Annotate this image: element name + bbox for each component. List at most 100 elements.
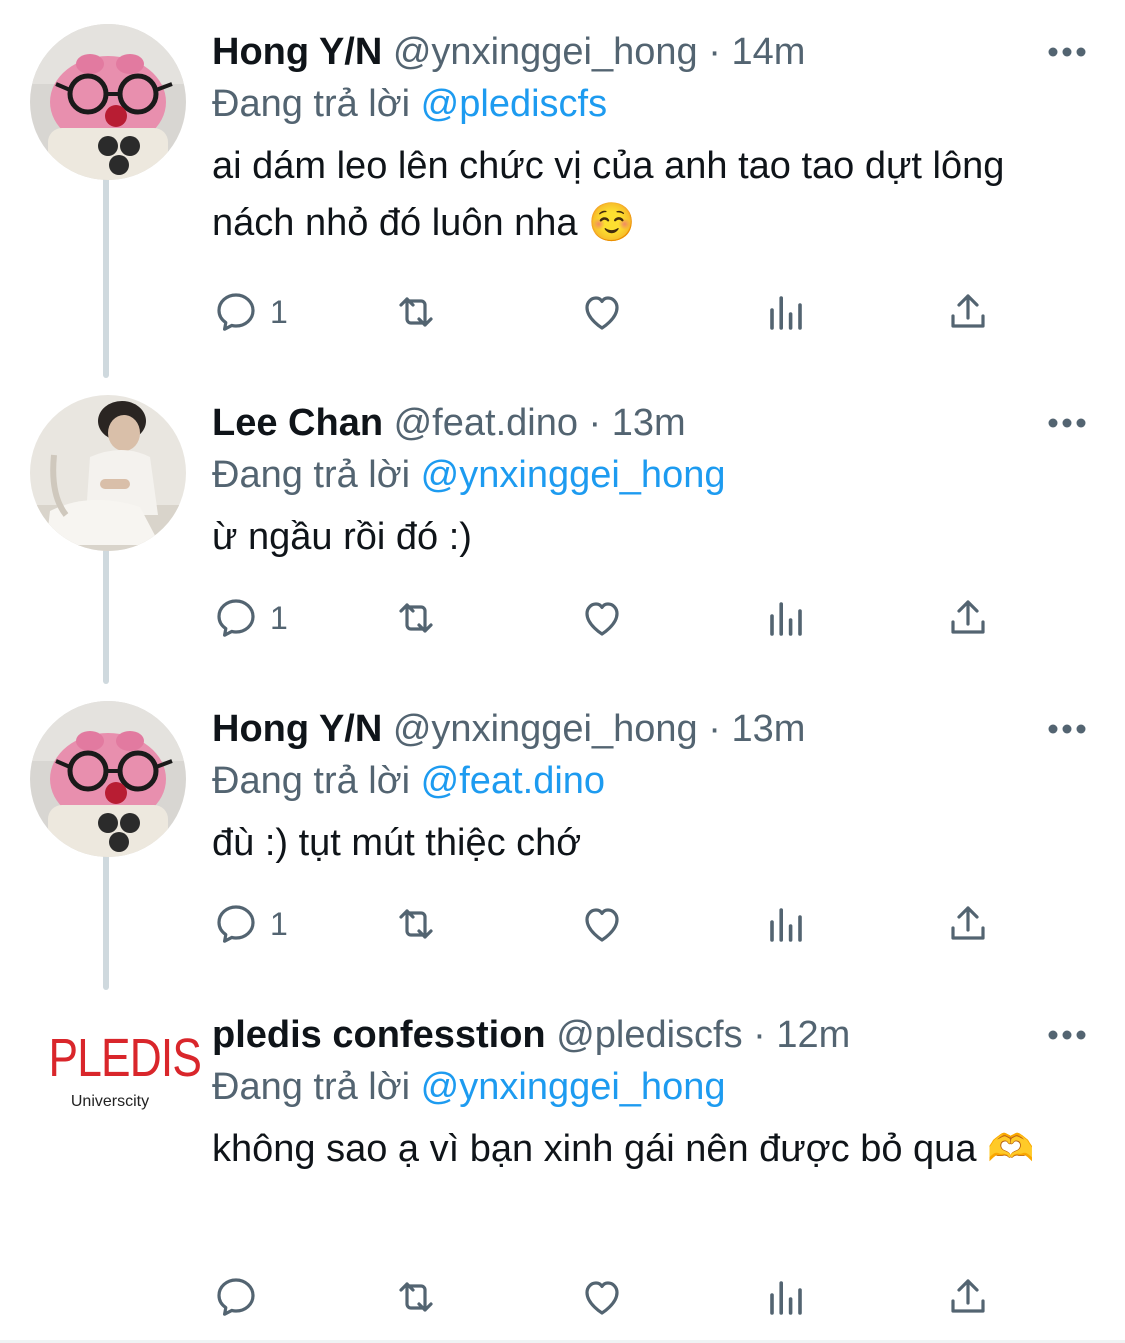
user-handle[interactable]: @ynxinggei_hong xyxy=(393,31,698,73)
retweet-button[interactable] xyxy=(392,898,440,950)
views-button[interactable] xyxy=(762,1271,810,1323)
action-bar: 1 xyxy=(212,898,1002,950)
more-button[interactable] xyxy=(1047,403,1087,443)
reply-thread: Hong Y/N @ynxinggei_hong · 14m Đang trả … xyxy=(0,0,1125,1343)
timestamp[interactable]: 13m xyxy=(731,708,805,750)
like-button[interactable] xyxy=(578,286,626,338)
like-button[interactable] xyxy=(578,1271,626,1323)
separator-dot: · xyxy=(753,1014,766,1056)
retweet-icon xyxy=(399,1282,433,1312)
tweet-header: Lee Chan @feat.dino · 13m xyxy=(212,400,686,446)
avatar[interactable] xyxy=(30,701,186,857)
share-button[interactable] xyxy=(944,592,992,644)
user-handle[interactable]: @ynxinggei_hong xyxy=(393,708,698,750)
reply-button[interactable] xyxy=(212,1271,270,1323)
tweet-text: ừ ngầu rồi đó :) xyxy=(212,516,472,558)
tweet[interactable]: Lee Chan @feat.dino · 13m Đang trả lời @… xyxy=(0,381,1125,681)
display-name[interactable]: Hong Y/N xyxy=(212,708,382,750)
reply-icon xyxy=(217,905,255,943)
more-button[interactable] xyxy=(1047,32,1087,72)
action-bar: 1 xyxy=(212,286,1002,338)
action-bar xyxy=(212,1271,1002,1323)
share-button[interactable] xyxy=(944,1271,992,1323)
display-name[interactable]: Hong Y/N xyxy=(212,31,382,73)
share-icon xyxy=(951,1279,985,1313)
avatar[interactable] xyxy=(30,24,186,180)
reply-icon xyxy=(217,599,255,637)
avatar[interactable] xyxy=(30,395,186,551)
like-button[interactable] xyxy=(578,592,626,644)
mention-link[interactable]: @ynxinggei_hong xyxy=(421,1066,726,1108)
timestamp[interactable]: 13m xyxy=(612,402,686,444)
retweet-icon xyxy=(399,909,433,939)
tweet-text: không sao ạ vì bạn xinh gái nên được bỏ … xyxy=(212,1128,1035,1170)
mention-link[interactable]: @ynxinggei_hong xyxy=(421,454,726,496)
retweet-button[interactable] xyxy=(392,1271,440,1323)
share-button[interactable] xyxy=(944,286,992,338)
replying-to-label: Đang trả lời xyxy=(212,83,421,125)
user-handle[interactable]: @feat.dino xyxy=(394,402,578,444)
reply-icon xyxy=(217,293,255,331)
reply-count: 1 xyxy=(270,599,288,636)
share-button[interactable] xyxy=(944,898,992,950)
views-button[interactable] xyxy=(762,898,810,950)
more-icon xyxy=(1048,418,1086,428)
user-handle[interactable]: @plediscfs xyxy=(556,1014,742,1056)
tweet[interactable]: Hong Y/N @ynxinggei_hong · 14m Đang trả … xyxy=(0,10,1125,370)
more-button[interactable] xyxy=(1047,1015,1087,1055)
like-icon xyxy=(585,908,619,942)
like-button[interactable] xyxy=(578,898,626,950)
reply-count: 1 xyxy=(270,293,288,330)
views-icon xyxy=(770,296,802,330)
like-icon xyxy=(585,1281,619,1315)
display-name[interactable]: Lee Chan xyxy=(212,402,383,444)
separator-dot: · xyxy=(588,402,602,444)
like-icon xyxy=(585,296,619,330)
tweet-text: đù :) tụt mút thiệc chớ xyxy=(212,822,582,864)
replying-to-label: Đang trả lời xyxy=(212,454,421,496)
share-icon xyxy=(951,906,985,940)
more-button[interactable] xyxy=(1047,709,1087,749)
reply-button[interactable]: 1 xyxy=(212,286,288,338)
pledis-logo-subtext: Universcity xyxy=(70,1093,150,1110)
pledis-logo-text: PLEDIS xyxy=(48,1028,202,1088)
tweet[interactable]: PLEDIS Universcity pledis confesstion @p… xyxy=(0,993,1125,1338)
retweet-icon xyxy=(399,297,433,327)
replying-to-line: Đang trả lời @ynxinggei_hong xyxy=(212,1064,725,1110)
replying-to-label: Đang trả lời xyxy=(212,1066,421,1108)
tweet-header: pledis confesstion @plediscfs · 12m xyxy=(212,1012,850,1058)
tweet-header: Hong Y/N @ynxinggei_hong · 13m xyxy=(212,706,805,752)
more-icon xyxy=(1048,724,1086,734)
display-name[interactable]: pledis confesstion xyxy=(212,1014,546,1056)
tweet-header: Hong Y/N @ynxinggei_hong · 14m xyxy=(212,29,805,75)
views-icon xyxy=(770,908,802,942)
like-icon xyxy=(585,602,619,636)
replying-to-line: Đang trả lời @feat.dino xyxy=(212,758,605,804)
avatar[interactable]: PLEDIS Universcity xyxy=(35,1017,202,1147)
views-icon xyxy=(770,602,802,636)
separator-dot: · xyxy=(708,708,721,750)
reply-button[interactable]: 1 xyxy=(212,898,288,950)
mention-link[interactable]: @feat.dino xyxy=(421,760,605,802)
mention-link[interactable]: @plediscfs xyxy=(421,83,607,125)
more-icon xyxy=(1048,1030,1086,1040)
replying-to-line: Đang trả lời @plediscfs xyxy=(212,81,607,127)
timestamp[interactable]: 12m xyxy=(776,1014,850,1056)
timestamp[interactable]: 14m xyxy=(731,31,805,73)
separator-dot: · xyxy=(708,31,721,73)
retweet-button[interactable] xyxy=(392,592,440,644)
more-icon xyxy=(1048,47,1086,57)
views-button[interactable] xyxy=(762,592,810,644)
share-icon xyxy=(951,600,985,634)
reply-button[interactable]: 1 xyxy=(212,592,288,644)
replying-to-line: Đang trả lời @ynxinggei_hong xyxy=(212,452,725,498)
reply-count: 1 xyxy=(270,905,288,942)
replying-to-label: Đang trả lời xyxy=(212,760,421,802)
tweet[interactable]: Hong Y/N @ynxinggei_hong · 13m Đang trả … xyxy=(0,687,1125,987)
action-bar: 1 xyxy=(212,592,1002,644)
retweet-button[interactable] xyxy=(392,286,440,338)
retweet-icon xyxy=(399,603,433,633)
reply-icon xyxy=(217,1278,255,1316)
views-button[interactable] xyxy=(762,286,810,338)
tweet-text: ai dám leo lên chức vị của anh tao tao d… xyxy=(212,145,1005,244)
